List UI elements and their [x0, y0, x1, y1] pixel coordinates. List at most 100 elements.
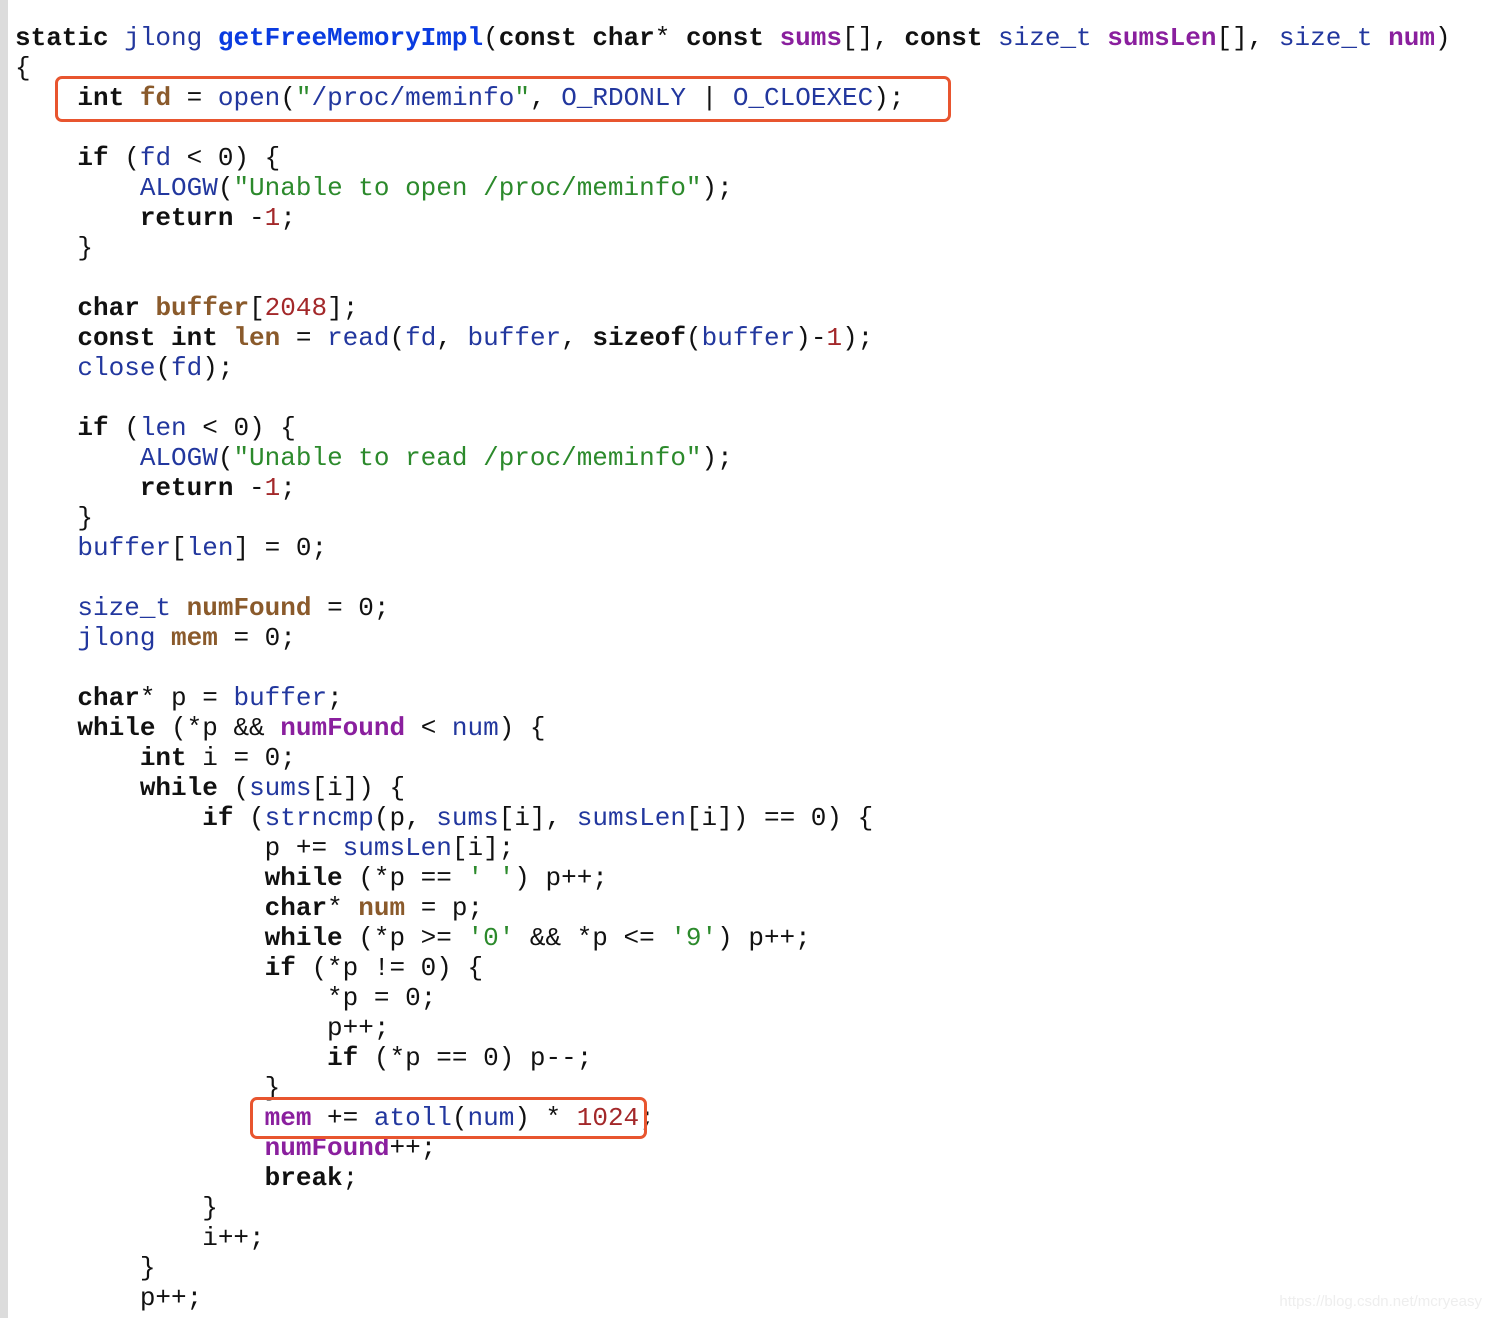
code-text: p++; — [15, 1283, 203, 1313]
code-text: ( — [389, 323, 406, 353]
identifier: fd — [139, 143, 172, 173]
identifier: len — [186, 533, 234, 563]
code-block: static jlong getFreeMemoryImpl ( const cha… — [15, 23, 1451, 1313]
keyword: static — [15, 23, 125, 53]
code-line: int i = 0; — [15, 743, 1451, 773]
code-text: } — [15, 1193, 218, 1223]
keyword: while — [264, 863, 359, 893]
code-text: p++; — [15, 1013, 390, 1043]
identifier: sumsLen — [342, 833, 452, 863]
code-text: * — [654, 23, 686, 53]
code-text: ( — [124, 143, 140, 173]
identifier: buffer — [467, 323, 562, 353]
code-line: } — [15, 503, 1451, 533]
identifier: read — [327, 323, 390, 353]
code-line: buffer[len] = 0; — [15, 533, 1451, 563]
code-line: p += sumsLen[i]; — [15, 833, 1451, 863]
code-text: - — [249, 473, 265, 503]
code-line: if (fd < 0) { — [15, 143, 1451, 173]
code-line: return -1; — [15, 203, 1451, 233]
highlight-box-open-meminfo — [55, 76, 951, 122]
code-line: const int len = read(fd, buffer, sizeof(… — [15, 323, 1451, 353]
number-literal: 1 — [826, 323, 843, 353]
code-line: if (*p != 0) { — [15, 953, 1451, 983]
code-text: < — [405, 713, 452, 743]
code-line: if (strncmp(p, sums[i], sumsLen[i]) == 0… — [15, 803, 1451, 833]
string-literal: "Unable to read /proc/meminfo" — [233, 443, 702, 473]
identifier: fd — [171, 353, 203, 383]
code-text: * p = — [139, 683, 234, 713]
parameter: sums — [779, 23, 842, 53]
identifier: fd — [405, 323, 437, 353]
identifier: size_t — [998, 23, 1108, 53]
identifier: size_t — [77, 593, 187, 623]
code-text: ; — [280, 473, 296, 503]
identifier: size_t — [1278, 23, 1389, 53]
identifier: buffer — [77, 533, 172, 563]
code-text: i = 0; — [202, 743, 296, 773]
code-text: i++; — [15, 1223, 265, 1253]
code-text: * — [327, 893, 359, 923]
identifier: jlong — [124, 23, 218, 53]
code-line: return -1; — [15, 473, 1451, 503]
keyword: while — [264, 923, 359, 953]
code-text: ) — [1434, 23, 1451, 53]
code-text: (*p != 0) { — [311, 953, 484, 983]
function-name: getFreeMemoryImpl — [217, 23, 484, 53]
code-text: [i], — [498, 803, 577, 833]
code-text: ; — [327, 683, 343, 713]
code-line: char* p = buffer; — [15, 683, 1451, 713]
keyword: sizeof — [592, 323, 687, 353]
code-text: )- — [795, 323, 827, 353]
code-text: [], — [842, 23, 905, 53]
code-text: = 0; — [217, 623, 296, 653]
code-text: ); — [701, 443, 733, 473]
code-text: (p, — [373, 803, 437, 833]
code-text: ] = 0; — [233, 533, 328, 563]
code-line: char* num = p; — [15, 893, 1451, 923]
code-text: [i]; — [451, 833, 515, 863]
string-literal: '0' — [467, 923, 515, 953]
code-line: static jlong getFreeMemoryImpl(const cha… — [15, 23, 1451, 53]
keyword: const — [904, 23, 999, 53]
code-text: ); — [842, 323, 874, 353]
code-text: , — [561, 323, 593, 353]
identifier: ALOGW — [139, 173, 218, 203]
string-literal: ' ' — [467, 863, 515, 893]
code-text: ; — [280, 203, 296, 233]
code-text: = — [280, 323, 328, 353]
code-text: ( — [217, 173, 234, 203]
watermark: https://blog.csdn.net/mcryeasy — [1279, 1293, 1482, 1310]
code-text: ); — [701, 173, 733, 203]
variable: numFound — [186, 593, 312, 623]
code-line: ALOGW("Unable to read /proc/meminfo"); — [15, 443, 1451, 473]
code-text: } — [15, 1073, 281, 1103]
code-line: break; — [15, 1163, 1451, 1193]
identifier: len — [139, 413, 187, 443]
keyword: char — [264, 893, 328, 923]
code-text: , — [436, 323, 468, 353]
code-line: jlong mem = 0; — [15, 623, 1451, 653]
code-line: } — [15, 1073, 1451, 1103]
code-text: && *p <= — [514, 923, 671, 953]
code-text: ]; — [327, 293, 359, 323]
code-text: < 0) { — [186, 413, 296, 443]
code-line: p++; — [15, 1013, 1451, 1043]
keyword: int — [139, 743, 203, 773]
identifier: close — [77, 353, 156, 383]
code-line: numFound++; — [15, 1133, 1451, 1163]
